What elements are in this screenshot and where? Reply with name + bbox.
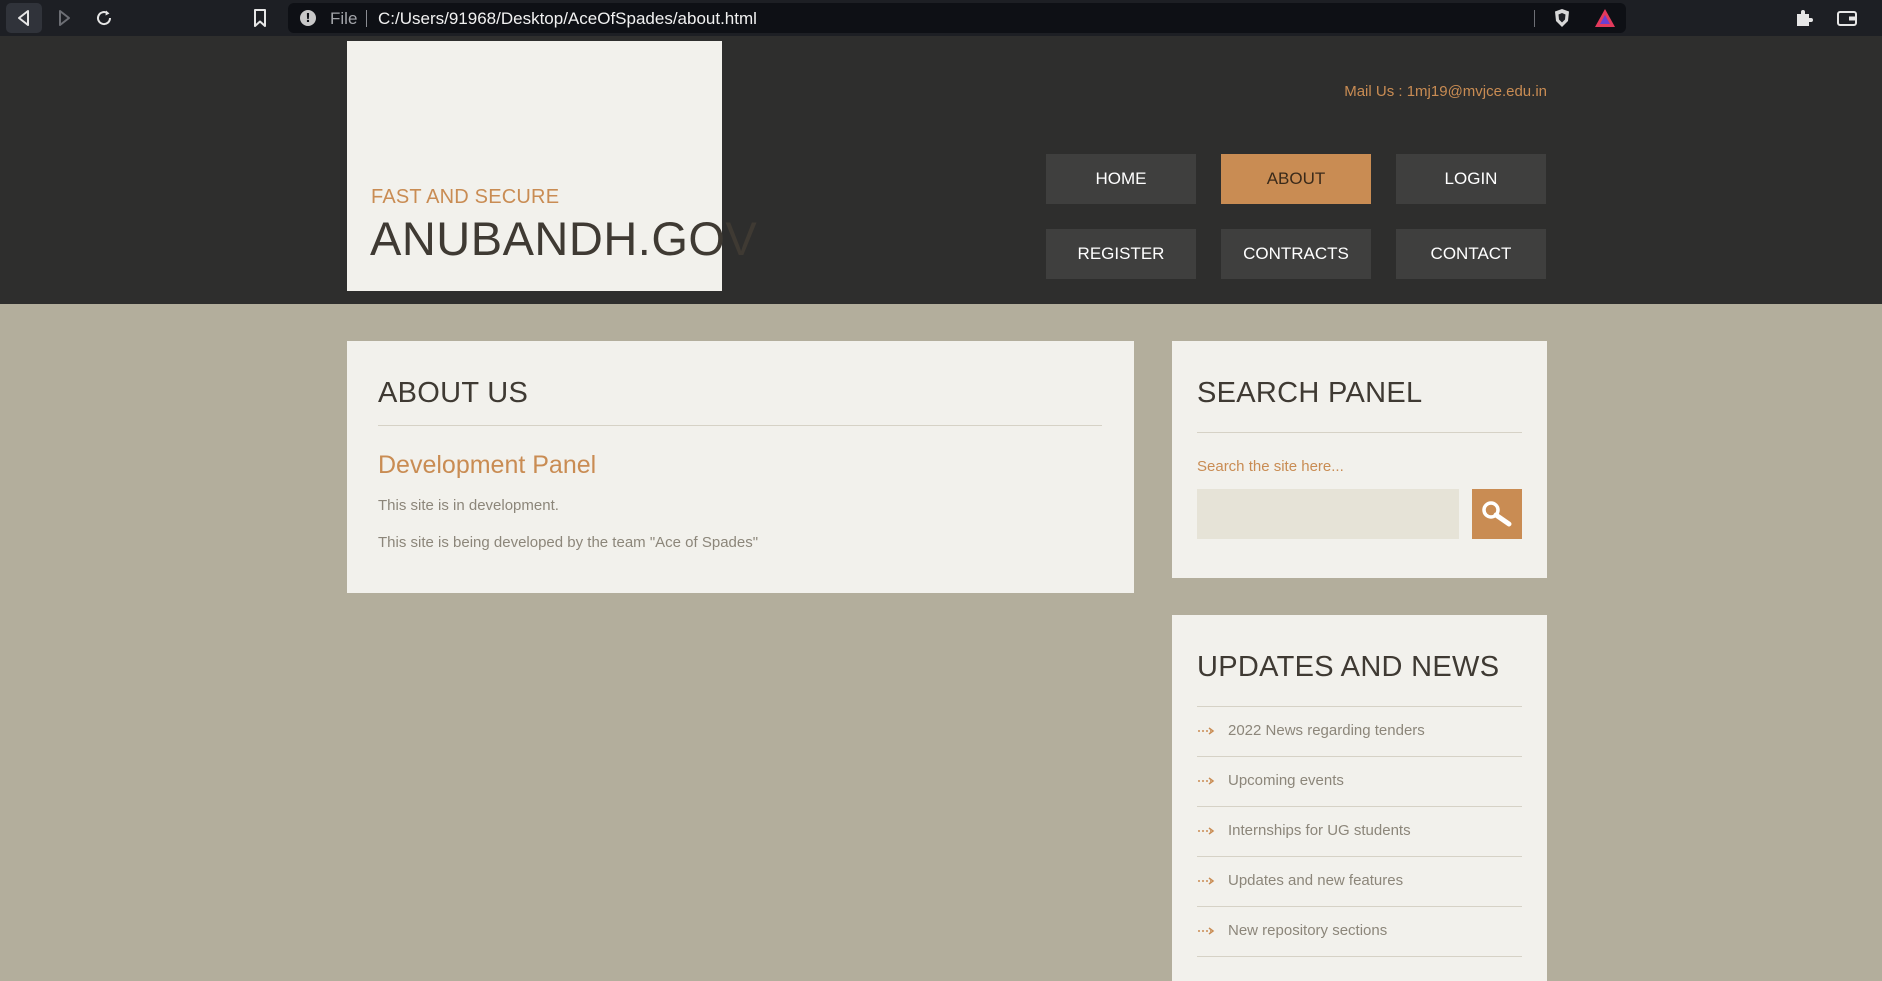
nav-contact[interactable]: CONTACT: [1396, 229, 1546, 279]
forward-icon[interactable]: [46, 3, 82, 33]
arrow-right-icon: [1198, 827, 1215, 835]
about-subheading: Development Panel: [378, 451, 597, 479]
search-panel: SEARCH PANEL Search the site here...: [1172, 341, 1547, 578]
arrow-right-icon: [1198, 927, 1215, 935]
arrow-right-icon: [1198, 727, 1215, 735]
news-item[interactable]: Internships for UG students: [1197, 807, 1522, 857]
rewards-icon[interactable]: [1594, 8, 1616, 28]
search-divider: [1197, 432, 1522, 433]
mail-contact[interactable]: Mail Us : 1mj19@mvjce.edu.in: [1344, 83, 1547, 100]
url-separator: [366, 10, 367, 27]
url-text[interactable]: C:/Users/91968/Desktop/AceOfSpades/about…: [378, 9, 757, 29]
news-panel: UPDATES AND NEWS 2022 News regarding ten…: [1172, 615, 1547, 981]
about-heading: ABOUT US: [378, 377, 529, 409]
search-icon: [1482, 501, 1512, 527]
news-item[interactable]: Updates and new features: [1197, 857, 1522, 907]
about-panel: ABOUT US Development Panel This site is …: [347, 341, 1134, 593]
reload-icon[interactable]: [86, 3, 122, 33]
news-link[interactable]: 2022 News regarding tenders: [1228, 722, 1425, 739]
news-link[interactable]: Internships for UG students: [1228, 822, 1411, 839]
arrow-right-icon: [1198, 877, 1215, 885]
arrow-right-icon: [1198, 777, 1215, 785]
news-link[interactable]: New repository sections: [1228, 922, 1387, 939]
address-bar[interactable]: ! File C:/Users/91968/Desktop/AceOfSpade…: [288, 3, 1626, 33]
search-heading: SEARCH PANEL: [1197, 377, 1423, 409]
nav-home[interactable]: HOME: [1046, 154, 1196, 204]
news-link[interactable]: Upcoming events: [1228, 772, 1344, 789]
extensions-icon[interactable]: [1794, 8, 1814, 28]
wallet-icon[interactable]: [1836, 8, 1858, 28]
news-heading: UPDATES AND NEWS: [1197, 651, 1500, 683]
news-item[interactable]: 2022 News regarding tenders: [1197, 707, 1522, 757]
nav-login[interactable]: LOGIN: [1396, 154, 1546, 204]
search-input[interactable]: [1197, 489, 1459, 539]
address-bar-divider: [1534, 10, 1535, 27]
news-item[interactable]: Upcoming events: [1197, 757, 1522, 807]
news-item[interactable]: New repository sections: [1197, 907, 1522, 957]
back-icon[interactable]: [6, 3, 42, 33]
news-link[interactable]: Updates and new features: [1228, 872, 1403, 889]
logo-title: ANUBANDH.GOV: [370, 212, 758, 265]
nav-about[interactable]: ABOUT: [1221, 154, 1371, 204]
browser-toolbar: ! File C:/Users/91968/Desktop/AceOfSpade…: [0, 0, 1882, 36]
url-scheme-label: File: [330, 9, 358, 28]
site-logo[interactable]: FAST AND SECURE ANUBANDH.GOV: [347, 41, 757, 291]
nav-contracts[interactable]: CONTRACTS: [1221, 229, 1371, 279]
nav-register[interactable]: REGISTER: [1046, 229, 1196, 279]
about-divider: [378, 425, 1102, 426]
info-icon[interactable]: !: [300, 10, 316, 26]
search-button[interactable]: [1472, 489, 1522, 539]
about-paragraph: This site is in development.: [378, 497, 559, 514]
site-header: FAST AND SECURE ANUBANDH.GOV Mail Us : 1…: [0, 36, 1882, 304]
bookmark-icon[interactable]: [242, 3, 278, 33]
about-paragraph: This site is being developed by the team…: [378, 534, 759, 551]
logo-tagline: FAST AND SECURE: [371, 186, 560, 208]
brave-shield-icon[interactable]: [1552, 8, 1572, 28]
search-label: Search the site here...: [1197, 458, 1344, 475]
